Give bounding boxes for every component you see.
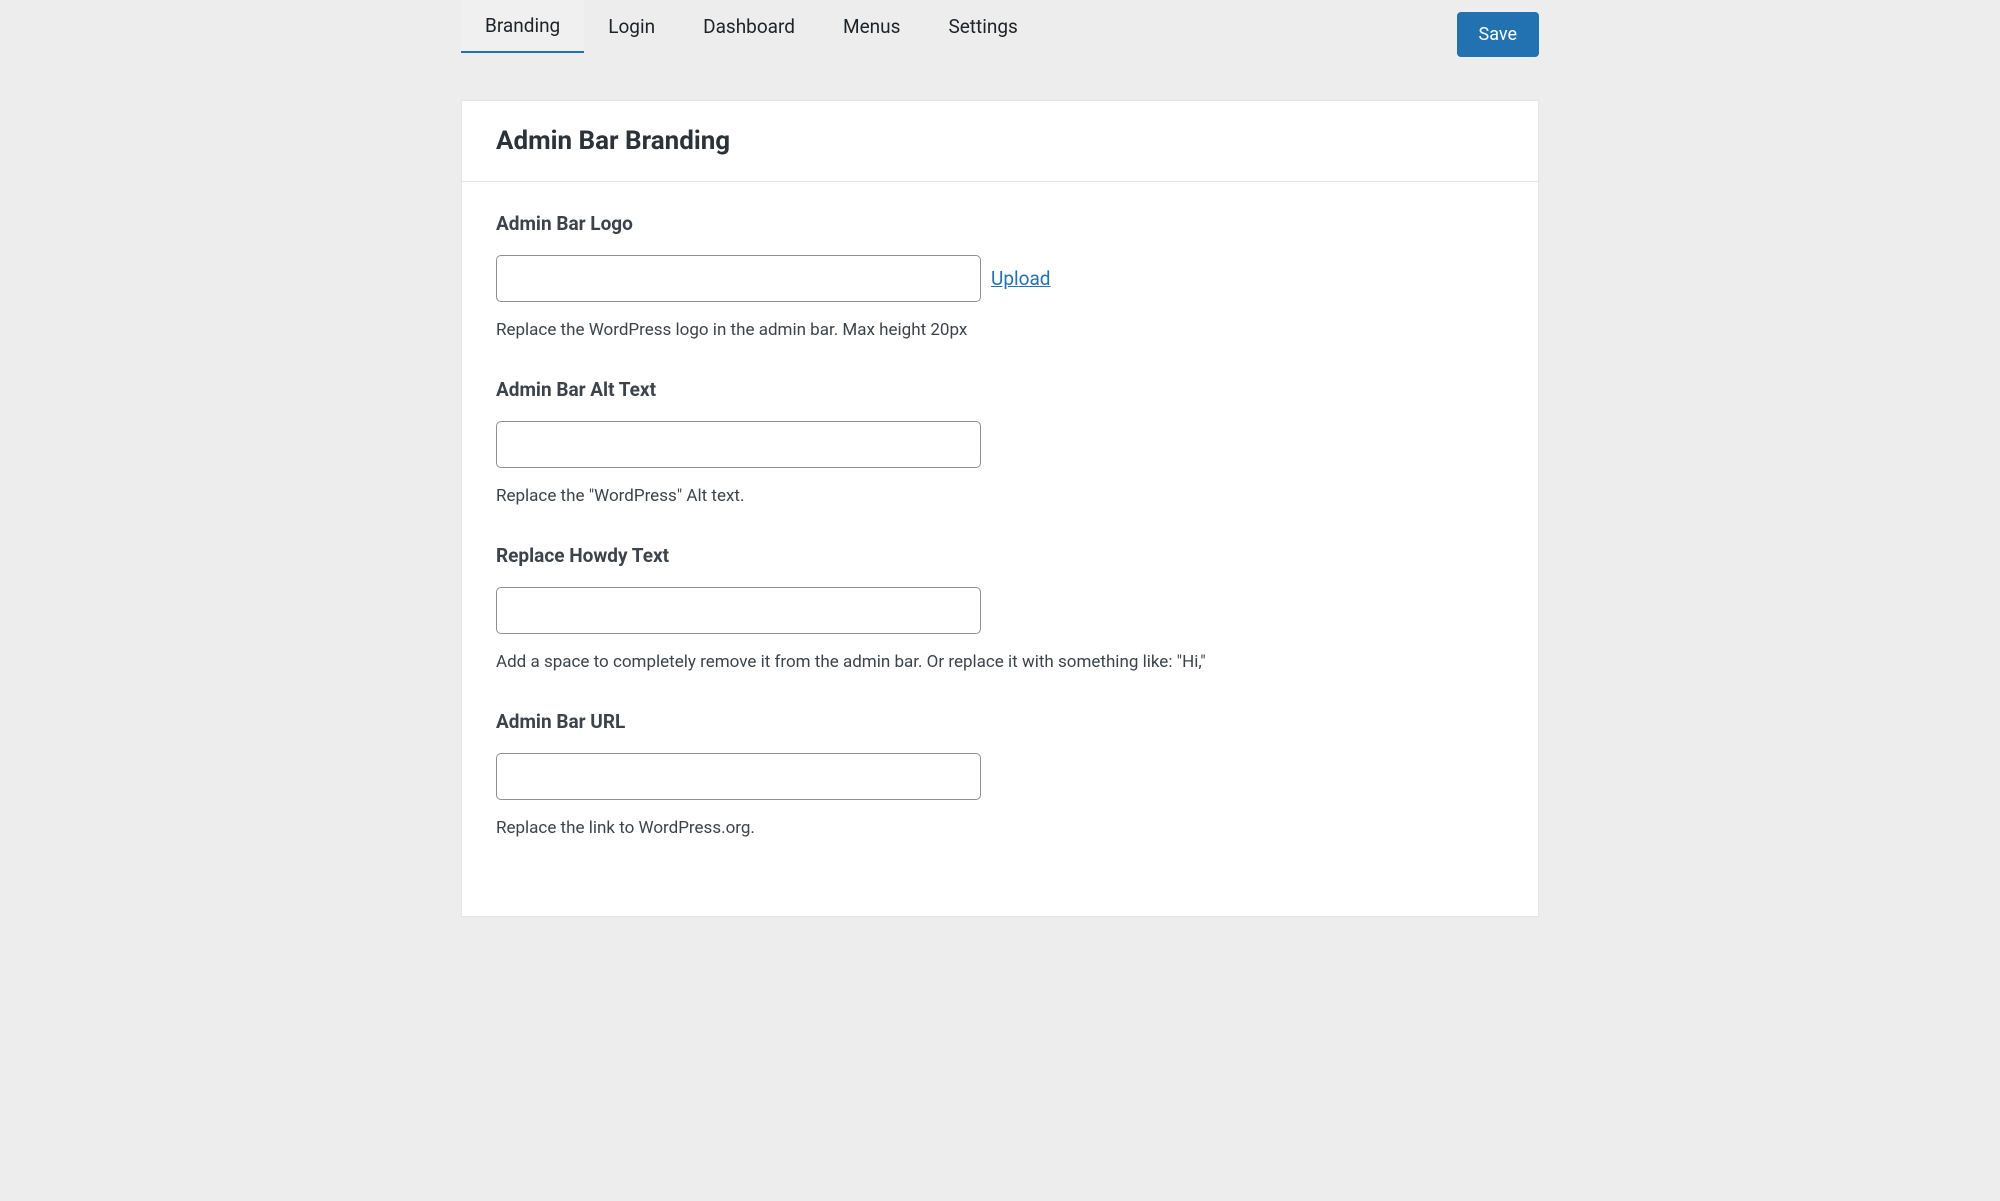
admin-bar-url-input[interactable]	[496, 753, 981, 800]
field-label: Admin Bar Logo	[496, 212, 1504, 235]
field-admin-bar-url: Admin Bar URL Replace the link to WordPr…	[496, 710, 1504, 838]
field-description: Replace the link to WordPress.org.	[496, 818, 1504, 838]
admin-bar-alt-text-input[interactable]	[496, 421, 981, 468]
tab-branding[interactable]: Branding	[461, 0, 584, 53]
panel-body: Admin Bar Logo Upload Replace the WordPr…	[462, 182, 1538, 916]
field-replace-howdy-text: Replace Howdy Text Add a space to comple…	[496, 544, 1504, 672]
field-admin-bar-alt-text: Admin Bar Alt Text Replace the "WordPres…	[496, 378, 1504, 506]
tab-settings[interactable]: Settings	[924, 0, 1041, 53]
tab-login[interactable]: Login	[584, 0, 679, 53]
replace-howdy-text-input[interactable]	[496, 587, 981, 634]
settings-panel: Admin Bar Branding Admin Bar Logo Upload…	[461, 100, 1539, 917]
field-label: Admin Bar Alt Text	[496, 378, 1504, 401]
field-label: Admin Bar URL	[496, 710, 1504, 733]
tab-menus[interactable]: Menus	[819, 0, 924, 53]
panel-title: Admin Bar Branding	[496, 126, 1504, 156]
admin-bar-logo-input[interactable]	[496, 255, 981, 302]
field-admin-bar-logo: Admin Bar Logo Upload Replace the WordPr…	[496, 212, 1504, 340]
tabs-nav: Branding Login Dashboard Menus Settings	[461, 0, 1042, 53]
panel-header: Admin Bar Branding	[462, 101, 1538, 182]
field-description: Replace the "WordPress" Alt text.	[496, 486, 1504, 506]
save-button[interactable]: Save	[1457, 12, 1540, 57]
field-description: Replace the WordPress logo in the admin …	[496, 320, 1504, 340]
field-label: Replace Howdy Text	[496, 544, 1504, 567]
upload-link[interactable]: Upload	[991, 267, 1051, 290]
tab-dashboard[interactable]: Dashboard	[679, 0, 819, 53]
field-description: Add a space to completely remove it from…	[496, 652, 1504, 672]
